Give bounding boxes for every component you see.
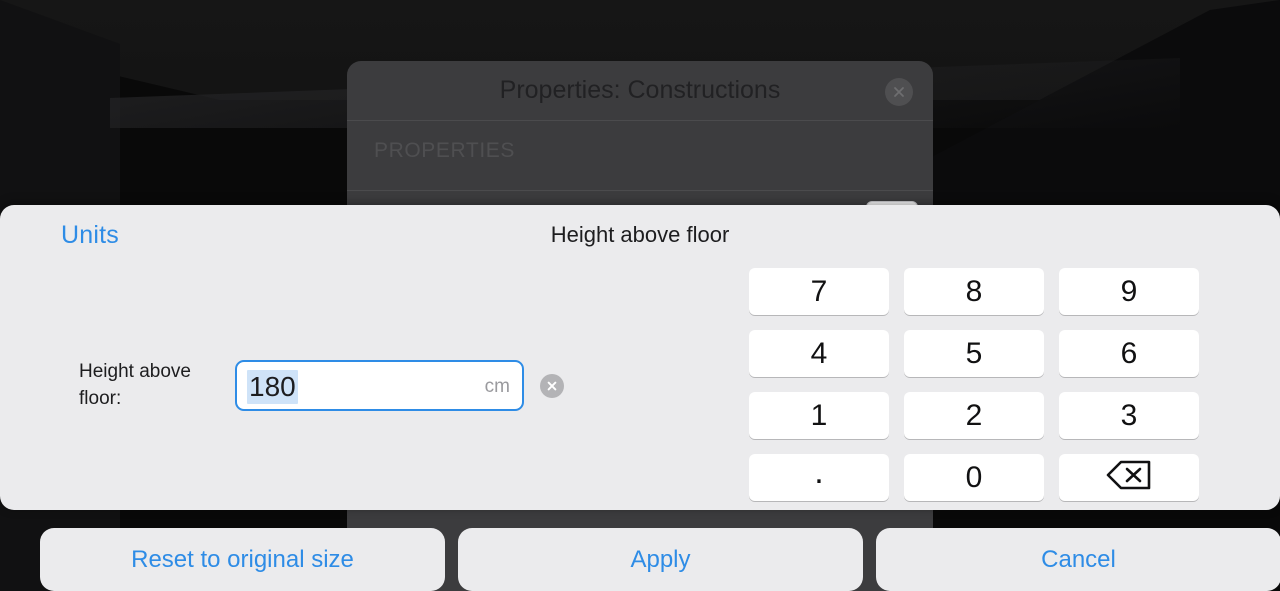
key-4[interactable]: 4	[749, 330, 889, 377]
key-6[interactable]: 6	[1059, 330, 1199, 377]
background-dialog-title: Properties: Constructions	[499, 76, 781, 104]
close-circle-icon[interactable]	[885, 78, 913, 106]
height-input-value: 180	[247, 370, 298, 404]
dialog-divider-top	[347, 120, 933, 121]
action-bar: Reset to original size Apply Cancel	[0, 528, 1280, 591]
key-0[interactable]: 0	[904, 454, 1044, 501]
height-above-floor-input[interactable]: 180 cm	[235, 360, 524, 411]
key-7[interactable]: 7	[749, 268, 889, 315]
keypad-grid: 7 8 9 4 5 6 1 2 3 . 0	[749, 268, 1199, 501]
key-backspace[interactable]	[1059, 454, 1199, 501]
key-1[interactable]: 1	[749, 392, 889, 439]
app-root: Properties: Constructions PROPERTIES 0 U…	[0, 0, 1280, 591]
height-above-floor-label: Height above floor:	[79, 361, 191, 409]
clear-circle-x-icon[interactable]	[540, 374, 564, 398]
dialog-divider-second	[347, 190, 933, 191]
key-5[interactable]: 5	[904, 330, 1044, 377]
backspace-icon	[1106, 459, 1152, 497]
apply-button[interactable]: Apply	[458, 528, 863, 591]
background-dialog-section-header: PROPERTIES	[374, 139, 515, 162]
key-3[interactable]: 3	[1059, 392, 1199, 439]
keypad-panel-title: Height above floor	[550, 222, 730, 247]
key-decimal[interactable]: .	[749, 454, 889, 501]
reset-to-original-size-button[interactable]: Reset to original size	[40, 528, 445, 591]
height-input-unit: cm	[484, 376, 510, 397]
key-8[interactable]: 8	[904, 268, 1044, 315]
cancel-button[interactable]: Cancel	[876, 528, 1280, 591]
key-9[interactable]: 9	[1059, 268, 1199, 315]
key-2[interactable]: 2	[904, 392, 1044, 439]
